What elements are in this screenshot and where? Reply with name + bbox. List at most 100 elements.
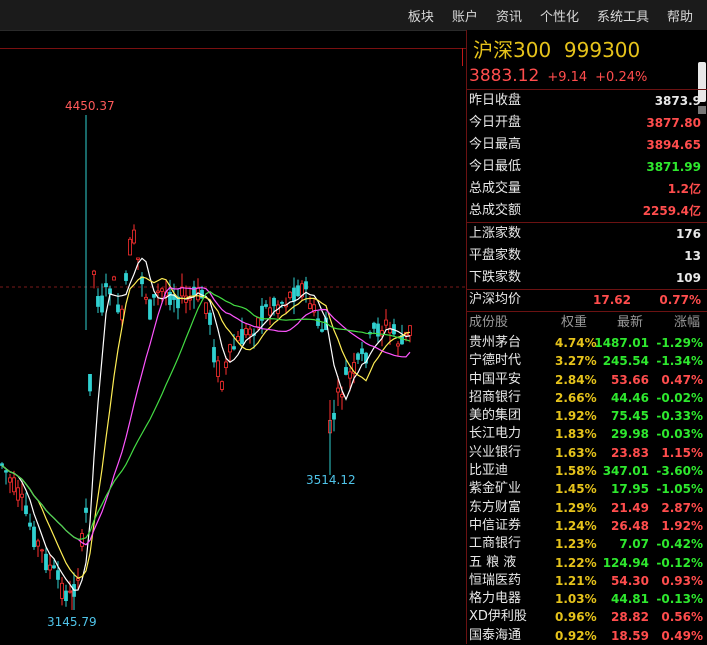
stock-price: 18.59 <box>611 628 649 643</box>
separator <box>467 311 707 312</box>
stock-name: 恒瑞医药 <box>469 572 522 588</box>
candle-body <box>92 270 96 275</box>
stock-price: 124.94 <box>602 555 649 570</box>
stock-change: -3.60% <box>656 464 703 479</box>
candle-body <box>248 328 252 336</box>
stock-change: 0.47% <box>661 372 703 387</box>
constituent-row[interactable]: 美的集团 1.92% 75.45 -0.33% <box>469 407 705 425</box>
candle-body <box>272 297 276 307</box>
breadth-row: 下跌家数 109 <box>469 267 701 289</box>
menu-item-sector[interactable]: 板块 <box>408 6 434 25</box>
constituent-row[interactable]: 兴业银行 1.63% 23.83 1.15% <box>469 444 705 462</box>
constituent-row[interactable]: XD伊利股 0.96% 28.82 0.56% <box>469 608 705 626</box>
stat-label: 今日最高 <box>469 137 522 152</box>
stock-weight: 0.92% <box>555 628 597 643</box>
kline-chart[interactable] <box>0 30 466 644</box>
candle-body <box>32 526 36 548</box>
candle-body <box>268 307 272 316</box>
menu-item-personalize[interactable]: 个性化 <box>540 6 579 25</box>
candle-body <box>256 317 260 328</box>
stock-change: -0.13% <box>656 592 703 607</box>
candle-body <box>104 283 108 288</box>
candle-body <box>348 371 352 379</box>
breadth-row: 平盘家数 13 <box>469 245 701 267</box>
candle-body <box>20 493 24 498</box>
constituent-row[interactable]: 国泰海通 0.92% 18.59 0.49% <box>469 627 705 645</box>
breadth-value: 176 <box>675 227 701 241</box>
constituent-row[interactable]: 宁德时代 3.27% 245.54 -1.34% <box>469 352 705 370</box>
stock-price: 26.48 <box>611 518 649 533</box>
constituent-row[interactable]: 格力电器 1.03% 44.81 -0.13% <box>469 590 705 608</box>
stat-label: 今日最低 <box>469 159 522 174</box>
constituent-row[interactable]: 恒瑞医药 1.21% 54.30 0.93% <box>469 572 705 590</box>
candle-body <box>240 329 244 345</box>
stock-price: 44.46 <box>611 390 649 405</box>
candle-body <box>304 281 308 290</box>
candle-body <box>64 590 68 602</box>
candle-body <box>68 590 72 593</box>
col-change[interactable]: 涨幅 <box>674 313 700 333</box>
stock-name: 比亚迪 <box>469 463 509 479</box>
candle-body <box>360 348 364 355</box>
candle-body <box>316 318 320 326</box>
constituent-row[interactable]: 中信证券 1.24% 26.48 1.92% <box>469 517 705 535</box>
stock-name: 美的集团 <box>469 408 522 424</box>
col-weight[interactable]: 权重 <box>561 313 587 333</box>
constituent-row[interactable]: 紫金矿业 1.45% 17.95 -1.05% <box>469 480 705 498</box>
constituent-row[interactable]: 工商银行 1.23% 7.07 -0.42% <box>469 535 705 553</box>
stat-label: 总成交额 <box>469 203 522 218</box>
breadth-row: 上涨家数 176 <box>469 223 701 245</box>
stat-value: 3877.80 <box>646 116 701 130</box>
stock-weight: 3.27% <box>555 354 597 369</box>
stock-change: -0.02% <box>656 390 703 405</box>
index-price-line: 3883.12 +9.14 +0.24% <box>469 66 647 86</box>
stock-price: 347.01 <box>602 464 649 479</box>
stock-price: 17.95 <box>611 482 649 497</box>
menu-item-news[interactable]: 资讯 <box>496 6 522 25</box>
stock-name: XD伊利股 <box>469 609 527 625</box>
constituent-row[interactable]: 东方财富 1.29% 21.49 2.87% <box>469 499 705 517</box>
constituent-row[interactable]: 比亚迪 1.58% 347.01 -3.60% <box>469 462 705 480</box>
menu-item-system-tools[interactable]: 系统工具 <box>597 6 649 25</box>
constituent-row[interactable]: 五 粮 液 1.22% 124.94 -0.12% <box>469 554 705 572</box>
stock-name: 国泰海通 <box>469 627 522 643</box>
candle-body <box>204 302 208 314</box>
stock-weight: 1.23% <box>555 537 597 552</box>
candle-body <box>16 487 20 501</box>
stock-price: 75.45 <box>611 409 649 424</box>
index-average-row: 沪深均价 17.62 0.77% <box>469 289 701 311</box>
stock-weight: 1.24% <box>555 518 597 533</box>
candle-body <box>356 353 360 360</box>
quote-panel: 沪深300 999300 3883.12 +9.14 +0.24% 昨日收盘 3873… <box>466 30 707 644</box>
menu-item-help[interactable]: 帮助 <box>667 6 693 25</box>
constituent-row[interactable]: 中国平安 2.84% 53.66 0.47% <box>469 371 705 389</box>
stock-weight: 2.66% <box>555 390 597 405</box>
stat-row: 总成交额 2259.4亿 <box>469 200 701 222</box>
index-name: 沪深300 <box>473 38 552 62</box>
candle-body <box>212 347 216 363</box>
candle-body <box>220 381 224 390</box>
stock-change: -0.42% <box>656 537 703 552</box>
candle-body <box>112 276 116 281</box>
stock-price: 53.66 <box>611 372 649 387</box>
constituent-row[interactable]: 长江电力 1.83% 29.98 -0.03% <box>469 425 705 443</box>
stock-name: 五 粮 液 <box>469 554 517 570</box>
stock-change: 0.49% <box>661 628 703 643</box>
constituent-row[interactable]: 贵州茅台 4.74% 1487.01 -1.29% <box>469 334 705 352</box>
stock-name: 中信证券 <box>469 517 522 533</box>
stock-change: -1.05% <box>656 482 703 497</box>
candle-body <box>4 470 8 473</box>
candle-body <box>88 374 92 392</box>
candle-body <box>132 229 136 244</box>
stock-change: 1.92% <box>661 518 703 533</box>
candlestick-svg[interactable] <box>0 30 466 644</box>
candle-body <box>224 361 228 369</box>
index-change-pct: +0.24% <box>595 70 648 85</box>
low-price-label: 3145.79 <box>47 615 97 629</box>
col-latest[interactable]: 最新 <box>617 313 643 333</box>
col-name[interactable]: 成份股 <box>469 313 508 333</box>
constituent-row[interactable]: 招商银行 2.66% 44.46 -0.02% <box>469 389 705 407</box>
stock-weight: 0.96% <box>555 610 597 625</box>
menu-item-account[interactable]: 账户 <box>452 6 478 25</box>
candle-body <box>188 298 192 301</box>
